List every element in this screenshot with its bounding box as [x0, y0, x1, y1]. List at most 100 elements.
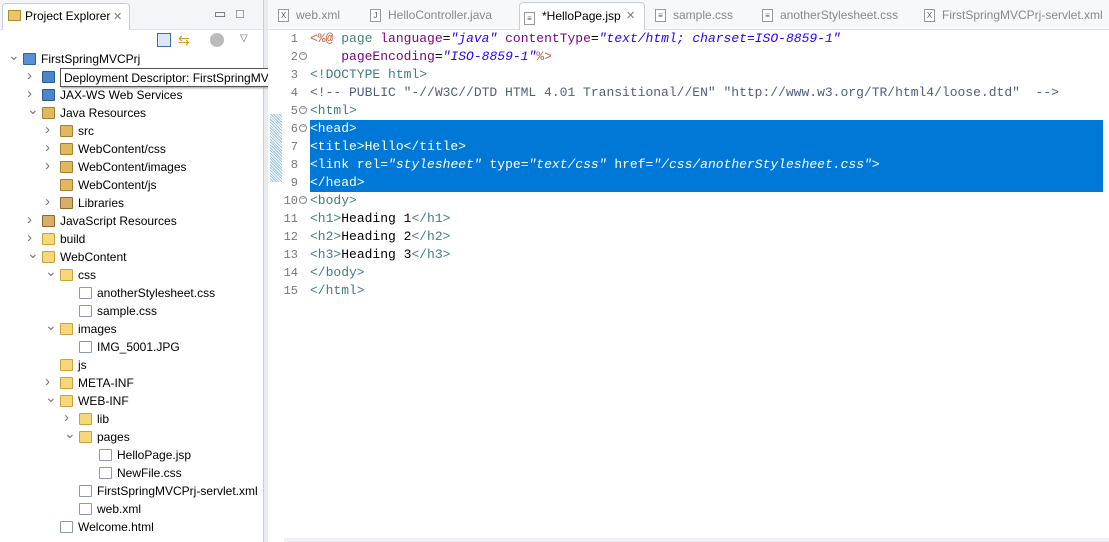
- tree-item[interactable]: ⌄ WEB-INF: [0, 389, 264, 410]
- tree-item[interactable]: › WebContent/images: [0, 157, 264, 176]
- tree-item[interactable]: › Libraries: [0, 193, 264, 212]
- fold-toggle-icon[interactable]: −: [299, 196, 307, 204]
- code-line[interactable]: <html>: [310, 102, 1103, 120]
- tree-item[interactable]: sample.css: [0, 302, 264, 320]
- tree-item[interactable]: ⌄ WebContent: [0, 245, 264, 266]
- code-line[interactable]: </body>: [310, 264, 1103, 282]
- close-icon[interactable]: ✕: [113, 10, 122, 23]
- chevron-right-icon[interactable]: ›: [45, 139, 55, 157]
- chevron-right-icon[interactable]: ›: [45, 121, 55, 139]
- tab-project-explorer[interactable]: Project Explorer ✕: [2, 3, 130, 30]
- code-token: =: [380, 157, 389, 172]
- tree-item[interactable]: › src: [0, 121, 264, 140]
- chevron-right-icon[interactable]: ›: [27, 67, 37, 85]
- tree-item-label: css: [78, 268, 96, 282]
- tree-item-label: WEB-INF: [78, 394, 129, 408]
- code-line[interactable]: pageEncoding="ISO-8859-1"%>: [310, 48, 1103, 66]
- code-token: page: [341, 31, 381, 46]
- tree-item-label: WebContent/css: [78, 142, 166, 156]
- editor-tab[interactable]: ≡ sample.css: [651, 0, 733, 30]
- chevron-down-icon[interactable]: ⌄: [45, 262, 57, 280]
- tree-item[interactable]: ⌄ pages: [0, 425, 264, 446]
- code-line[interactable]: <head>: [310, 120, 1103, 138]
- chevron-down-icon[interactable]: ⌄: [27, 244, 39, 262]
- tree-item[interactable]: › JavaScript Resources: [0, 211, 264, 230]
- tree-item[interactable]: › JAX-WS Web Services: [0, 85, 264, 104]
- code-line[interactable]: <link rel="stylesheet" type="text/css" h…: [310, 156, 1103, 174]
- tree-item[interactable]: ⌄ FirstSpringMVCPrj: [0, 47, 264, 68]
- editor-tab[interactable]: ≡ *HelloPage.jsp ✕: [519, 2, 645, 30]
- horizontal-scrollbar[interactable]: [284, 538, 1109, 542]
- maximize-icon[interactable]: □: [236, 6, 244, 21]
- tree-item[interactable]: › Deployment Descriptor: FirstSpringMVCPr…: [0, 67, 297, 87]
- code-line[interactable]: <h2>Heading 2</h2>: [310, 228, 1103, 246]
- collapse-all-icon[interactable]: [157, 33, 171, 47]
- file-icon: X: [924, 9, 935, 22]
- tree-item-label: META-INF: [78, 376, 134, 390]
- tree-item[interactable]: ⌄ images: [0, 317, 264, 338]
- file-icon: [79, 287, 92, 299]
- code-line[interactable]: <body>: [310, 192, 1103, 210]
- editor-tab[interactable]: ≡ anotherStylesheet.css: [758, 0, 898, 30]
- tree-item[interactable]: IMG_5001.JPG: [0, 338, 264, 356]
- tree-item[interactable]: web.xml: [0, 500, 264, 518]
- tree-item-label: WebContent/js: [78, 178, 157, 192]
- tree-item[interactable]: ⌄ css: [0, 263, 264, 284]
- code-area[interactable]: <%@ page language="java" contentType="te…: [310, 30, 1103, 300]
- tree-item[interactable]: js: [0, 356, 264, 374]
- web-icon: [42, 89, 55, 101]
- code-line[interactable]: <%@ page language="java" contentType="te…: [310, 30, 1103, 48]
- tree-item[interactable]: › META-INF: [0, 373, 264, 392]
- filters-icon[interactable]: [210, 33, 224, 47]
- code-line[interactable]: <h3>Heading 3</h3>: [310, 246, 1103, 264]
- editor-tab[interactable]: X FirstSpringMVCPrj-servlet.xml: [920, 0, 1103, 30]
- code-line[interactable]: <!-- PUBLIC "-//W3C//DTD HTML 4.01 Trans…: [310, 84, 1103, 102]
- code-line[interactable]: <!DOCTYPE html>: [310, 66, 1103, 84]
- code-token: "text/html; charset=ISO-8859-1": [598, 31, 841, 46]
- code-line[interactable]: <h1>Heading 1</h1>: [310, 210, 1103, 228]
- code-token: <h2>: [310, 229, 342, 244]
- close-tab-icon[interactable]: ✕: [626, 3, 635, 29]
- tree-item[interactable]: anotherStylesheet.css: [0, 284, 264, 302]
- chevron-down-icon[interactable]: ⌄: [45, 316, 57, 334]
- code-token: <html>: [310, 103, 357, 118]
- tree-item[interactable]: NewFile.css: [0, 464, 264, 482]
- code-token: href: [614, 157, 646, 172]
- editor-tab[interactable]: Xweb.xml: [274, 0, 340, 30]
- fold-toggle-icon[interactable]: −: [299, 52, 307, 60]
- chevron-down-icon[interactable]: ⌄: [45, 388, 57, 406]
- code-token: </head>: [310, 175, 365, 190]
- editor-tab[interactable]: J HelloController.java: [366, 0, 492, 30]
- fold-toggle-icon[interactable]: −: [299, 124, 307, 132]
- chevron-right-icon[interactable]: ›: [45, 193, 55, 211]
- code-line[interactable]: <title>Hello</title>: [310, 138, 1103, 156]
- line-number: 13: [283, 248, 298, 262]
- link-with-editor-icon[interactable]: ⇆: [178, 33, 192, 47]
- code-line[interactable]: </head>: [310, 174, 1103, 192]
- code-token: <h3>: [310, 247, 342, 262]
- tree-item[interactable]: HelloPage.jsp: [0, 446, 264, 464]
- folder-icon: [42, 233, 55, 245]
- tree-item[interactable]: WebContent/js: [0, 176, 264, 194]
- chevron-down-icon[interactable]: ⌄: [27, 100, 39, 118]
- code-line[interactable]: </html>: [310, 282, 1103, 300]
- view-menu-icon[interactable]: ▽: [240, 33, 254, 47]
- tree-item[interactable]: › lib: [0, 409, 264, 428]
- tree-item-label: Deployment Descriptor: FirstSpringMVCPrj: [60, 68, 297, 87]
- tree-item[interactable]: Welcome.html: [0, 518, 264, 536]
- tree-item[interactable]: FirstSpringMVCPrj-servlet.xml: [0, 482, 264, 500]
- chevron-right-icon[interactable]: ›: [27, 211, 37, 229]
- tree-item[interactable]: › build: [0, 229, 264, 248]
- chevron-down-icon[interactable]: ⌄: [64, 424, 76, 442]
- tree-item[interactable]: › WebContent/css: [0, 139, 264, 158]
- chevron-right-icon[interactable]: ›: [45, 157, 55, 175]
- tree-item[interactable]: ⌄ Java Resources: [0, 101, 264, 122]
- line-number: 7: [290, 140, 298, 154]
- tree-item-label: HelloPage.jsp: [117, 448, 192, 462]
- code-token: "text/css": [528, 157, 607, 172]
- fold-toggle-icon[interactable]: −: [299, 106, 307, 114]
- minimize-icon[interactable]: ▭: [214, 6, 226, 22]
- chevron-down-icon[interactable]: ⌄: [8, 46, 20, 64]
- tree-item-label: IMG_5001.JPG: [97, 340, 180, 354]
